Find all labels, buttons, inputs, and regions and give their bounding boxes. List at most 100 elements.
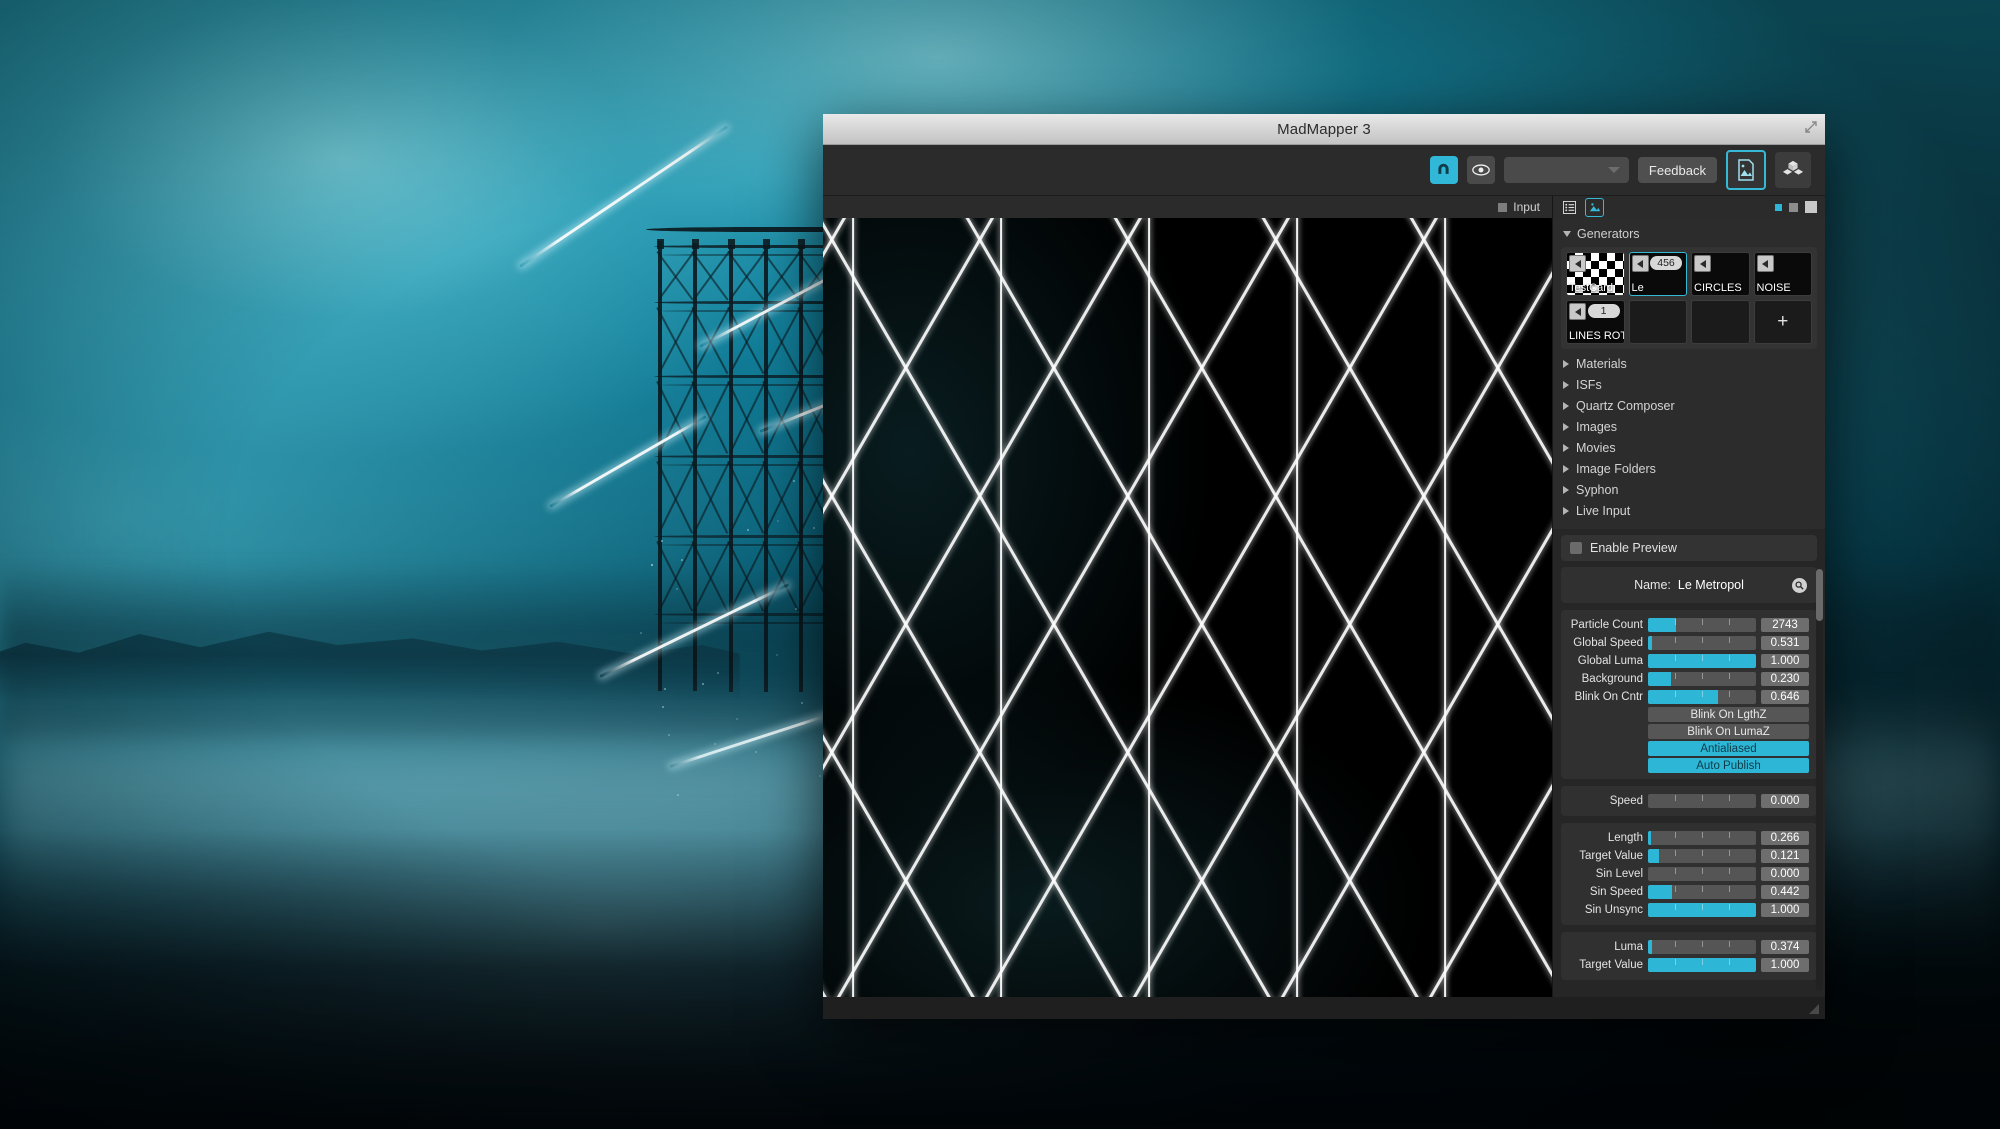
grid-line — [1296, 218, 1298, 997]
param-label: Global Speed — [1569, 637, 1643, 649]
category-syphon[interactable]: Syphon — [1561, 479, 1817, 500]
param-value[interactable]: 0.374 — [1761, 940, 1809, 954]
add-generator-button[interactable]: + — [1754, 300, 1813, 344]
slider-tick — [1729, 637, 1730, 643]
generator-cell-noise[interactable]: NOISE — [1754, 252, 1813, 296]
param-slider[interactable] — [1648, 849, 1756, 863]
param-slider[interactable] — [1648, 958, 1756, 972]
window-titlebar[interactable]: MadMapper 3 — [823, 114, 1825, 145]
enable-preview-checkbox[interactable] — [1570, 542, 1582, 554]
param-label: Length — [1569, 832, 1643, 844]
category-label: Images — [1576, 420, 1617, 434]
param-slider[interactable] — [1648, 672, 1756, 686]
play-reverse-icon[interactable] — [1569, 255, 1586, 272]
generator-cell-empty[interactable] — [1691, 300, 1750, 344]
media-page-icon[interactable] — [1726, 150, 1766, 190]
generator-cell-le[interactable]: 456 Le — [1629, 252, 1688, 296]
param-row: Global Luma 1.000 — [1569, 652, 1809, 669]
play-reverse-icon[interactable] — [1694, 255, 1711, 272]
param-value[interactable]: 0.266 — [1761, 831, 1809, 845]
generator-cell-lines-rot[interactable]: 1 LINES ROT — [1566, 300, 1625, 344]
scrollbar-thumb[interactable] — [1816, 569, 1823, 621]
param-value[interactable]: 0.230 — [1761, 672, 1809, 686]
name-value[interactable]: Le Metropol — [1678, 578, 1744, 592]
generator-cell-circles[interactable]: CIRCLES — [1691, 252, 1750, 296]
slider-tick — [1729, 673, 1730, 679]
image-view-icon[interactable] — [1585, 198, 1604, 217]
param-slider[interactable] — [1648, 885, 1756, 899]
category-live-input[interactable]: Live Input — [1561, 500, 1817, 521]
param-slider[interactable] — [1648, 690, 1756, 704]
param-groups: Particle Count 2743 Global Speed 0.531 Globa… — [1561, 610, 1817, 980]
name-label: Name: — [1634, 578, 1671, 592]
eye-icon[interactable] — [1467, 156, 1495, 184]
list-view-icon[interactable] — [1561, 199, 1578, 216]
magnet-icon[interactable] — [1430, 156, 1458, 184]
param-label: Particle Count — [1569, 619, 1643, 631]
category-materials[interactable]: Materials — [1561, 353, 1817, 374]
category-image-folders[interactable]: Image Folders — [1561, 458, 1817, 479]
category-isfs[interactable]: ISFs — [1561, 374, 1817, 395]
generator-name: NOISE — [1757, 282, 1791, 294]
param-slider[interactable] — [1648, 794, 1756, 808]
params-scrollbar[interactable] — [1816, 569, 1823, 991]
toggle-blink-on-lgthz[interactable]: Blink On LgthZ — [1648, 707, 1809, 722]
category-images[interactable]: Images — [1561, 416, 1817, 437]
slider-tick — [1675, 941, 1676, 947]
param-slider[interactable] — [1648, 940, 1756, 954]
slider-tick — [1729, 904, 1730, 910]
param-value[interactable]: 0.442 — [1761, 885, 1809, 899]
param-value[interactable]: 1.000 — [1761, 958, 1809, 972]
surface-select-dropdown[interactable] — [1504, 157, 1629, 183]
generator-cell-testcard[interactable]: TestCard — [1566, 252, 1625, 296]
thumb-size-small[interactable] — [1775, 204, 1782, 211]
thumb-size-medium[interactable] — [1789, 203, 1798, 212]
feedback-button[interactable]: Feedback — [1638, 157, 1717, 183]
param-value[interactable]: 0.646 — [1761, 690, 1809, 704]
cubes-icon[interactable] — [1775, 152, 1811, 188]
play-reverse-icon[interactable] — [1632, 255, 1649, 272]
param-row: Speed 0.000 — [1569, 792, 1809, 809]
param-slider[interactable] — [1648, 636, 1756, 650]
projection-canvas[interactable] — [823, 218, 1552, 997]
category-movies[interactable]: Movies — [1561, 437, 1817, 458]
slider-tick — [1702, 637, 1703, 643]
param-row: Target Value 0.121 — [1569, 847, 1809, 864]
toggle-blink-on-lumaz[interactable]: Blink On LumaZ — [1648, 724, 1809, 739]
slider-tick — [1729, 655, 1730, 661]
param-value[interactable]: 1.000 — [1761, 903, 1809, 917]
window-title: MadMapper 3 — [1277, 121, 1371, 138]
resize-grip-icon[interactable] — [1808, 1003, 1820, 1015]
play-reverse-icon[interactable] — [1569, 303, 1586, 320]
param-value[interactable]: 1.000 — [1761, 654, 1809, 668]
preview-canvas-area: Input — [823, 196, 1552, 997]
slider-tick — [1729, 850, 1730, 856]
generator-cell-empty[interactable] — [1629, 300, 1688, 344]
name-row: Name: Le Metropol — [1569, 573, 1809, 597]
grid-line — [1148, 218, 1150, 997]
param-slider[interactable] — [1648, 618, 1756, 632]
param-value[interactable]: 0.531 — [1761, 636, 1809, 650]
search-icon[interactable] — [1792, 578, 1807, 593]
param-slider[interactable] — [1648, 903, 1756, 917]
slider-tick — [1729, 619, 1730, 625]
param-slider[interactable] — [1648, 867, 1756, 881]
param-value[interactable]: 0.121 — [1761, 849, 1809, 863]
play-reverse-icon[interactable] — [1757, 255, 1774, 272]
enable-preview-row[interactable]: Enable Preview — [1561, 535, 1817, 561]
thumb-size-large[interactable] — [1805, 201, 1817, 213]
param-value[interactable]: 2743 — [1761, 618, 1809, 632]
maximize-icon[interactable] — [1804, 120, 1818, 134]
param-value[interactable]: 0.000 — [1761, 867, 1809, 881]
param-slider[interactable] — [1648, 654, 1756, 668]
category-quartz-composer[interactable]: Quartz Composer — [1561, 395, 1817, 416]
param-value[interactable]: 0.000 — [1761, 794, 1809, 808]
toggle-antialiased[interactable]: Antialiased — [1648, 741, 1809, 756]
slider-tick — [1702, 886, 1703, 892]
toggle-auto-publish[interactable]: Auto Publish — [1648, 758, 1809, 773]
input-checkbox[interactable] — [1498, 203, 1507, 212]
panel-topbar — [1553, 196, 1825, 218]
generators-group-header[interactable]: Generators — [1561, 224, 1817, 244]
param-slider[interactable] — [1648, 831, 1756, 845]
param-row: Particle Count 2743 — [1569, 616, 1809, 633]
